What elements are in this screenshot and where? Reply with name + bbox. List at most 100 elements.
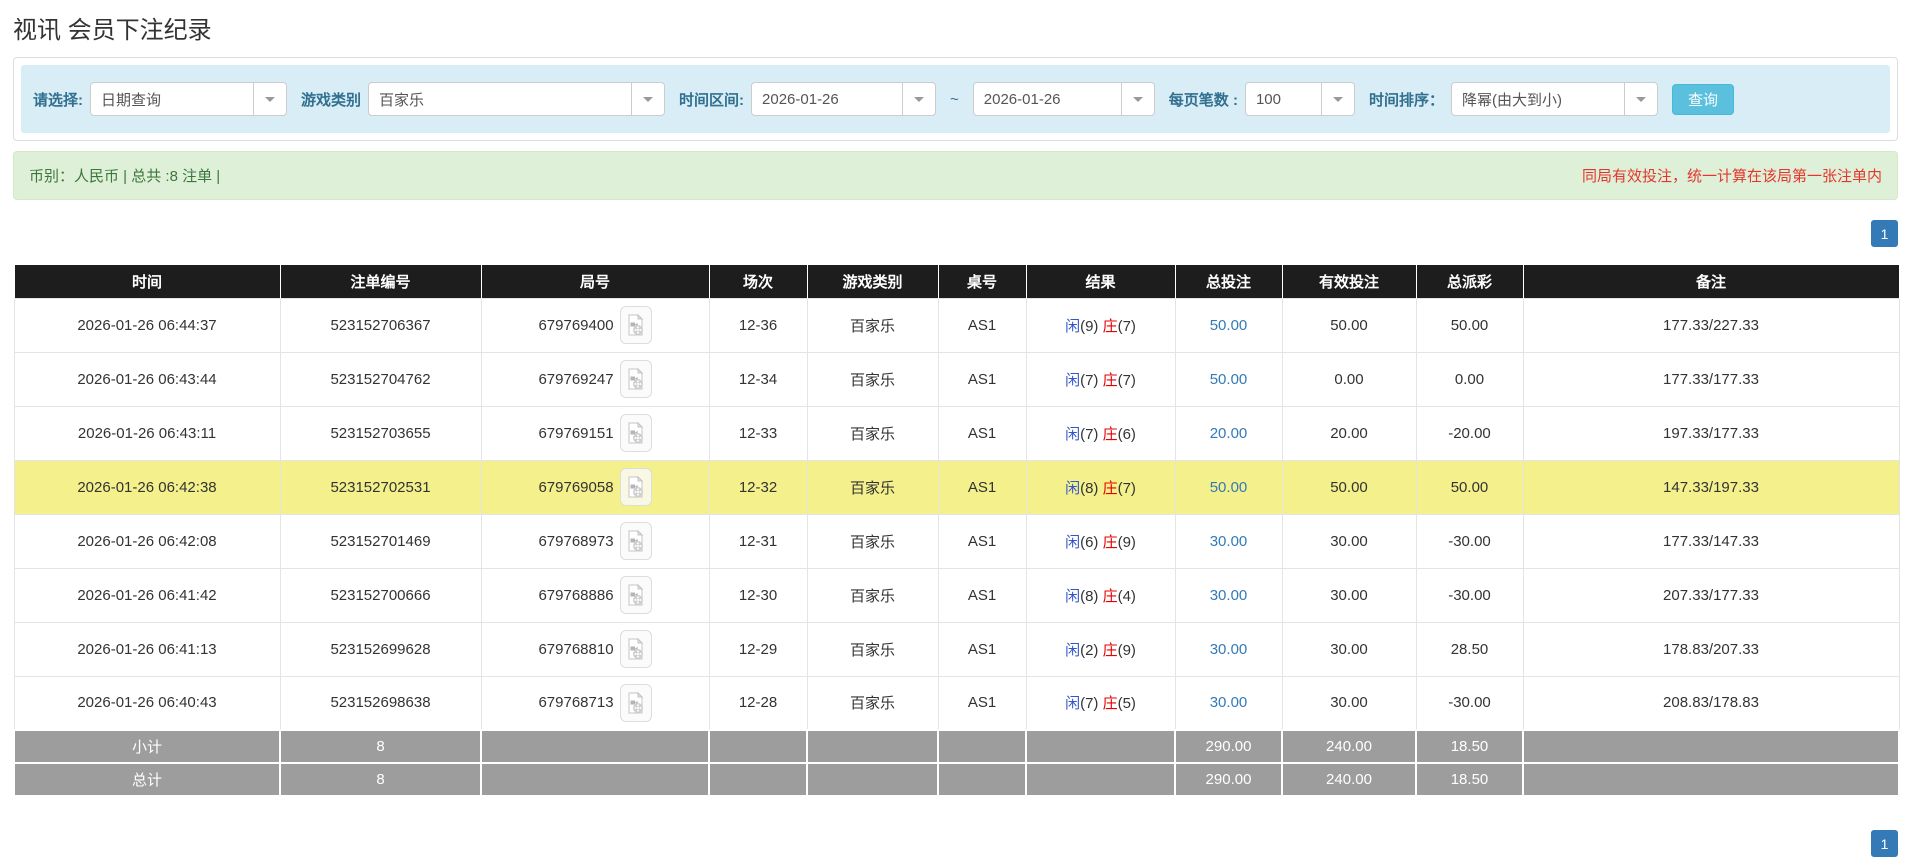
cell-valid-bet: 0.00 [1281,351,1417,407]
cell-session: 12-32 [708,459,808,515]
time-range-label: 时间区间: [679,91,745,109]
result-banker-label: 庄 [1098,533,1118,551]
cell-time: 2026-01-26 06:42:38 [13,459,281,515]
video-replay-button[interactable] [619,468,652,506]
cell-bet-number: 523152706367 [279,297,482,353]
table-footer-row: 小计 8 290.00 240.00 18.50 [13,729,1900,764]
cell-game-type: 百家乐 [806,351,939,407]
cell-time: 2026-01-26 06:41:42 [13,567,281,623]
date-to-dropdown-arrow[interactable] [1120,83,1154,115]
cell-game-type: 百家乐 [806,567,939,623]
query-type-select[interactable]: 日期查询 [90,82,287,116]
footer-valid-bet: 240.00 [1281,762,1417,797]
round-number-text: 679768886 [538,586,614,604]
cell-round-number: 679769058 [480,459,710,515]
column-header: 总派彩 [1415,265,1524,298]
time-sort-select[interactable]: 降幂(由大到小) [1450,82,1658,116]
cell-round-number: 679768713 [480,675,710,731]
cell-note: 208.83/178.83 [1522,675,1900,731]
cell-bet-number: 523152699628 [279,621,482,677]
result-player-score: (7) [1080,695,1099,713]
film-document-icon [628,475,643,498]
table-row: 2026-01-26 06:42:08 523152701469 679768973… [13,513,1900,569]
cell-result: 闲(7) 庄(5) [1025,675,1176,731]
pagination-bottom: 1 [1871,830,1898,857]
cell-total-bet: 30.00 [1174,675,1283,731]
cell-time: 2026-01-26 06:43:11 [13,405,281,461]
video-replay-button[interactable] [619,414,652,452]
cell-session: 12-36 [708,297,808,353]
video-replay-button[interactable] [619,360,652,398]
chevron-down-icon [1332,96,1343,102]
cell-game-type: 百家乐 [806,513,939,569]
cell-note: 207.33/177.33 [1522,567,1900,623]
cell-session: 12-29 [708,621,808,677]
footer-total-bet: 290.00 [1174,762,1283,797]
total-bet-link[interactable]: 30.00 [1210,533,1248,550]
game-type-dropdown-arrow[interactable] [631,83,664,115]
video-replay-button[interactable] [619,630,652,668]
total-bet-link[interactable]: 50.00 [1210,317,1248,334]
query-type-value: 日期查询 [101,91,162,109]
result-banker-label: 庄 [1098,317,1118,335]
date-from-dropdown-arrow[interactable] [902,83,935,115]
result-player-label: 闲 [1065,641,1081,659]
video-replay-button[interactable] [619,683,652,722]
date-to-input[interactable]: 2026-01-26 [972,82,1155,116]
total-bet-link[interactable]: 30.00 [1210,587,1248,604]
page-size-value: 100 [1255,90,1281,108]
cell-bet-number: 523152703655 [279,405,482,461]
video-replay-button[interactable] [619,306,652,344]
page-size-select[interactable]: 100 [1244,82,1355,116]
total-bet-link[interactable]: 30.00 [1210,694,1248,711]
total-bet-link[interactable]: 30.00 [1210,641,1248,658]
total-bet-link[interactable]: 50.00 [1210,479,1248,496]
table-row: 2026-01-26 06:44:37 523152706367 679769400… [13,297,1900,353]
total-bet-link[interactable]: 50.00 [1210,371,1248,388]
chevron-down-icon [914,96,925,102]
page: 视讯 会员下注纪录 请选择: 日期查询 游戏类别 百家乐 时间区间: 2026-… [0,10,1911,797]
query-type-dropdown-arrow[interactable] [253,83,286,115]
cell-total-bet: 50.00 [1174,459,1283,515]
table-row: 2026-01-26 06:41:13 523152699628 679768810… [13,621,1900,677]
result-player-label: 闲 [1065,425,1081,443]
cell-bet-number: 523152704762 [279,351,482,407]
round-number-text: 679768810 [538,640,614,658]
result-banker-score: (4) [1117,587,1136,605]
video-replay-button[interactable] [619,522,652,560]
cell-valid-bet: 20.00 [1281,405,1417,461]
cell-round-number: 679769247 [480,351,710,407]
date-from-input[interactable]: 2026-01-26 [751,82,937,116]
cell-table-number: AS1 [937,297,1027,353]
pagination-page-1[interactable]: 1 [1871,830,1898,857]
table-row: 2026-01-26 06:43:11 523152703655 679769151… [13,405,1900,461]
result-banker-score: (6) [1117,425,1136,443]
time-sort-dropdown-arrow[interactable] [1623,83,1657,115]
table-row: 2026-01-26 06:42:38 523152702531 679769058… [13,459,1900,515]
footer-empty [937,729,1027,764]
total-bet-link[interactable]: 20.00 [1210,425,1248,442]
time-sort-label: 时间排序： [1368,91,1444,109]
cell-note: 197.33/177.33 [1522,405,1900,461]
cell-table-number: AS1 [937,621,1027,677]
result-banker-label: 庄 [1098,479,1118,497]
page-size-group: 每页笔数 : 100 [1169,82,1355,116]
result-player-score: (8) [1080,479,1099,497]
game-type-select[interactable]: 百家乐 [368,82,666,116]
pagination-page-1[interactable]: 1 [1871,220,1898,247]
footer-total-bet: 290.00 [1174,729,1283,764]
cell-round-number: 679769400 [480,297,710,353]
footer-empty [1522,729,1900,764]
filter-panel: 请选择: 日期查询 游戏类别 百家乐 时间区间: 2026-01-26 ~ 20… [13,57,1898,141]
result-banker-score: (7) [1117,317,1136,335]
cell-table-number: AS1 [937,405,1027,461]
chevron-down-icon [1132,96,1143,102]
video-replay-button[interactable] [619,576,652,614]
footer-payout: 18.50 [1415,762,1524,797]
cell-valid-bet: 30.00 [1281,567,1417,623]
query-button[interactable]: 查询 [1671,83,1734,115]
result-banker-label: 庄 [1098,695,1118,713]
page-size-dropdown-arrow[interactable] [1320,83,1354,115]
column-header: 局号 [480,265,710,298]
cell-total-bet: 30.00 [1174,621,1283,677]
